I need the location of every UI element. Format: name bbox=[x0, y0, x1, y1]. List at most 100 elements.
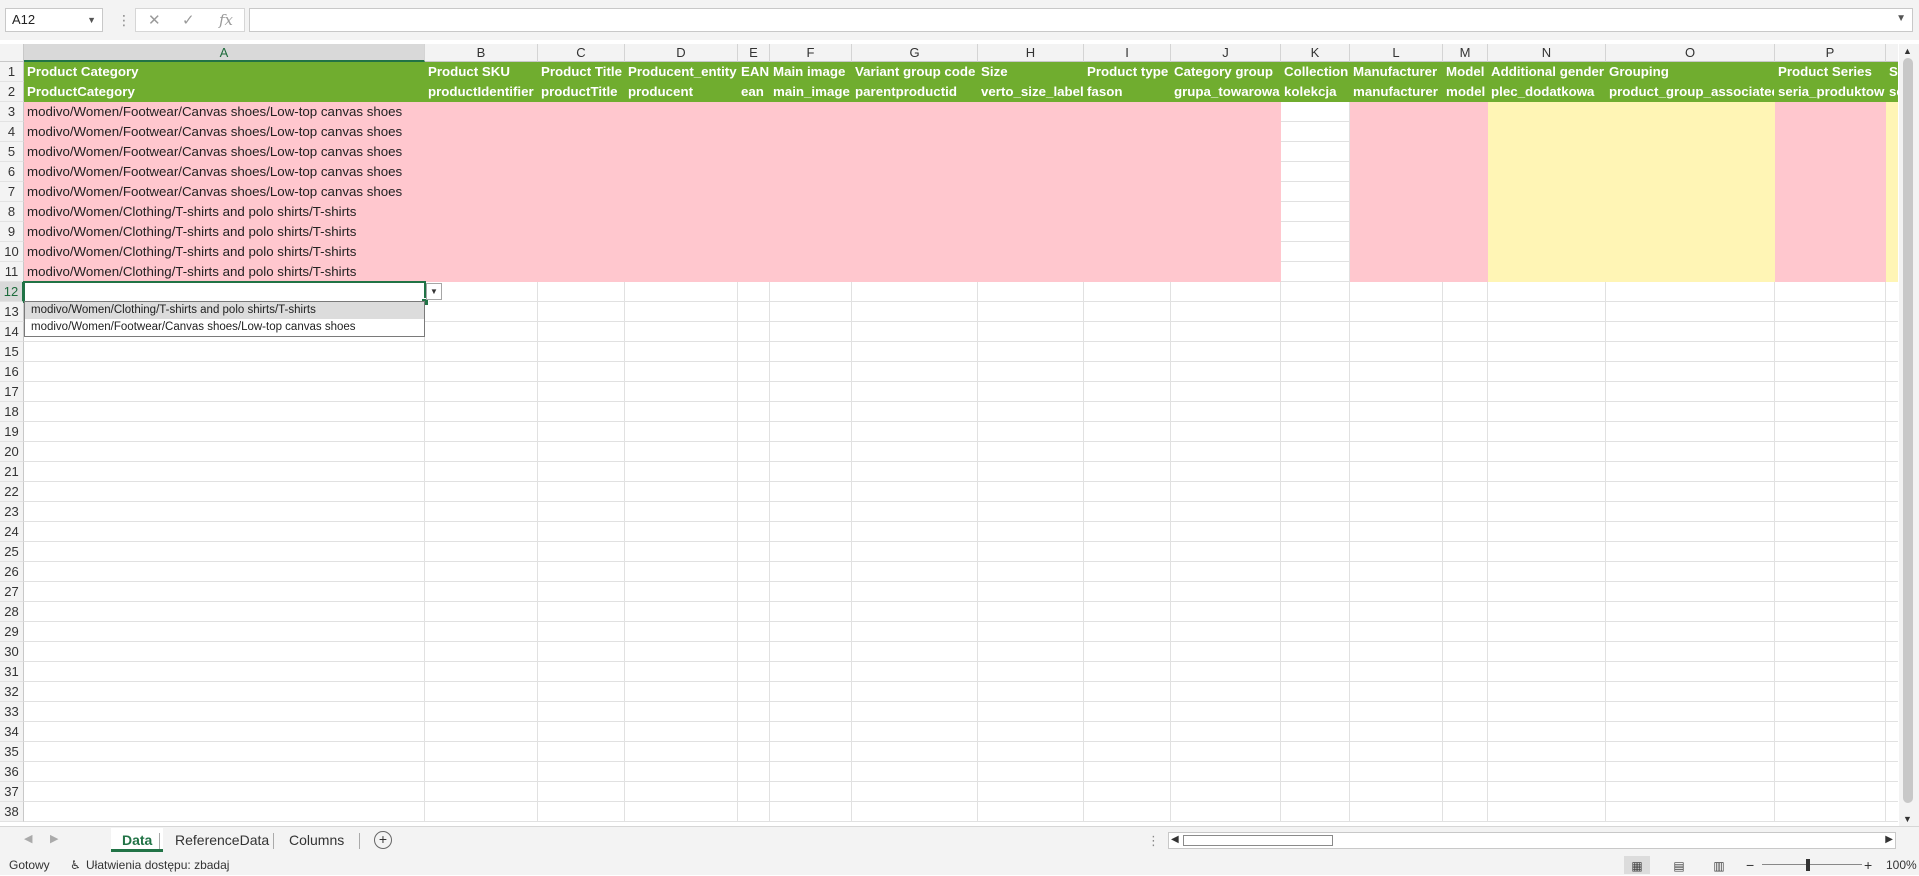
zoom-in-icon[interactable]: + bbox=[1864, 855, 1872, 875]
active-cell-a12[interactable] bbox=[23, 281, 426, 303]
table-cell[interactable] bbox=[538, 782, 625, 802]
table-cell[interactable] bbox=[978, 522, 1084, 542]
table-cell[interactable] bbox=[1775, 742, 1886, 762]
table-cell[interactable] bbox=[538, 282, 625, 302]
table-cell[interactable] bbox=[24, 482, 425, 502]
header-cell[interactable]: fason bbox=[1084, 82, 1171, 102]
table-cell[interactable] bbox=[24, 462, 425, 482]
table-cell[interactable] bbox=[978, 162, 1084, 182]
table-cell[interactable] bbox=[978, 542, 1084, 562]
row-header-25[interactable]: 25 bbox=[0, 542, 24, 562]
table-cell[interactable] bbox=[1350, 502, 1443, 522]
table-cell[interactable] bbox=[738, 522, 770, 542]
table-cell[interactable] bbox=[1775, 702, 1886, 722]
table-cell[interactable] bbox=[1443, 282, 1488, 302]
table-cell[interactable] bbox=[625, 522, 738, 542]
table-cell[interactable] bbox=[1488, 162, 1606, 182]
table-cell[interactable] bbox=[1775, 362, 1886, 382]
table-cell[interactable] bbox=[1171, 582, 1281, 602]
table-cell[interactable] bbox=[538, 622, 625, 642]
accessibility-icon[interactable]: ♿ bbox=[70, 855, 81, 875]
table-cell[interactable] bbox=[1606, 382, 1775, 402]
table-cell[interactable] bbox=[24, 602, 425, 622]
table-cell[interactable] bbox=[425, 542, 538, 562]
category-cell[interactable]: modivo/Women/Footwear/Canvas shoes/Low-t… bbox=[24, 122, 425, 142]
table-cell[interactable] bbox=[1171, 162, 1281, 182]
table-cell[interactable] bbox=[978, 322, 1084, 342]
table-cell[interactable] bbox=[1084, 362, 1171, 382]
table-cell[interactable] bbox=[1084, 382, 1171, 402]
column-header-j[interactable]: J bbox=[1171, 44, 1281, 62]
table-cell[interactable] bbox=[1350, 302, 1443, 322]
table-cell[interactable] bbox=[738, 342, 770, 362]
table-cell[interactable] bbox=[625, 102, 738, 122]
table-cell[interactable] bbox=[1775, 442, 1886, 462]
scroll-right-icon[interactable]: ▶ bbox=[1885, 834, 1893, 845]
row-header-37[interactable]: 37 bbox=[0, 782, 24, 802]
table-cell[interactable] bbox=[738, 362, 770, 382]
table-cell[interactable] bbox=[1171, 522, 1281, 542]
table-cell[interactable] bbox=[538, 162, 625, 182]
table-cell[interactable] bbox=[1606, 462, 1775, 482]
table-cell[interactable] bbox=[1775, 102, 1886, 122]
table-cell[interactable] bbox=[1488, 542, 1606, 562]
more-options-icon[interactable]: ⋮ bbox=[117, 12, 131, 29]
table-cell[interactable] bbox=[1281, 762, 1350, 782]
table-cell[interactable] bbox=[852, 502, 978, 522]
row-header-30[interactable]: 30 bbox=[0, 642, 24, 662]
table-cell[interactable] bbox=[1443, 502, 1488, 522]
table-cell[interactable] bbox=[538, 182, 625, 202]
table-cell[interactable] bbox=[738, 422, 770, 442]
table-cell[interactable] bbox=[1488, 402, 1606, 422]
table-cell[interactable] bbox=[538, 802, 625, 822]
header-cell[interactable]: kolekcja bbox=[1281, 82, 1350, 102]
header-cell[interactable]: plec_dodatkowa bbox=[1488, 82, 1606, 102]
next-sheet-icon[interactable]: ▶ bbox=[50, 832, 58, 845]
table-cell[interactable] bbox=[770, 602, 852, 622]
table-cell[interactable] bbox=[1350, 122, 1443, 142]
table-cell[interactable] bbox=[978, 702, 1084, 722]
table-cell[interactable] bbox=[1886, 422, 1898, 442]
table-cell[interactable] bbox=[425, 722, 538, 742]
table-cell[interactable] bbox=[1443, 382, 1488, 402]
table-cell[interactable] bbox=[1775, 782, 1886, 802]
header-cell[interactable]: Grouping bbox=[1606, 62, 1775, 82]
table-cell[interactable] bbox=[978, 602, 1084, 622]
table-cell[interactable] bbox=[1488, 242, 1606, 262]
row-header-33[interactable]: 33 bbox=[0, 702, 24, 722]
table-cell[interactable] bbox=[1606, 702, 1775, 722]
row-header-5[interactable]: 5 bbox=[0, 142, 24, 162]
table-cell[interactable] bbox=[625, 722, 738, 742]
table-cell[interactable] bbox=[978, 682, 1084, 702]
table-cell[interactable] bbox=[538, 722, 625, 742]
row-header-34[interactable]: 34 bbox=[0, 722, 24, 742]
table-cell[interactable] bbox=[1443, 242, 1488, 262]
table-cell[interactable] bbox=[978, 642, 1084, 662]
table-cell[interactable] bbox=[538, 462, 625, 482]
table-cell[interactable] bbox=[1488, 662, 1606, 682]
table-cell[interactable] bbox=[1281, 442, 1350, 462]
table-cell[interactable] bbox=[1886, 162, 1898, 182]
table-cell[interactable] bbox=[1084, 642, 1171, 662]
table-cell[interactable] bbox=[1281, 322, 1350, 342]
table-cell[interactable] bbox=[738, 282, 770, 302]
add-sheet-icon[interactable]: + bbox=[374, 831, 392, 849]
table-cell[interactable] bbox=[1350, 282, 1443, 302]
table-cell[interactable] bbox=[1084, 622, 1171, 642]
table-cell[interactable] bbox=[24, 642, 425, 662]
table-cell[interactable] bbox=[770, 662, 852, 682]
table-cell[interactable] bbox=[1171, 502, 1281, 522]
table-cell[interactable] bbox=[1443, 322, 1488, 342]
row-header-38[interactable]: 38 bbox=[0, 802, 24, 822]
table-cell[interactable] bbox=[1084, 342, 1171, 362]
table-cell[interactable] bbox=[738, 242, 770, 262]
table-cell[interactable] bbox=[978, 402, 1084, 422]
table-cell[interactable] bbox=[1775, 322, 1886, 342]
table-cell[interactable] bbox=[1886, 602, 1898, 622]
table-cell[interactable] bbox=[852, 462, 978, 482]
table-cell[interactable] bbox=[1886, 522, 1898, 542]
table-cell[interactable] bbox=[625, 202, 738, 222]
table-cell[interactable] bbox=[978, 142, 1084, 162]
table-cell[interactable] bbox=[1171, 562, 1281, 582]
table-cell[interactable] bbox=[738, 162, 770, 182]
